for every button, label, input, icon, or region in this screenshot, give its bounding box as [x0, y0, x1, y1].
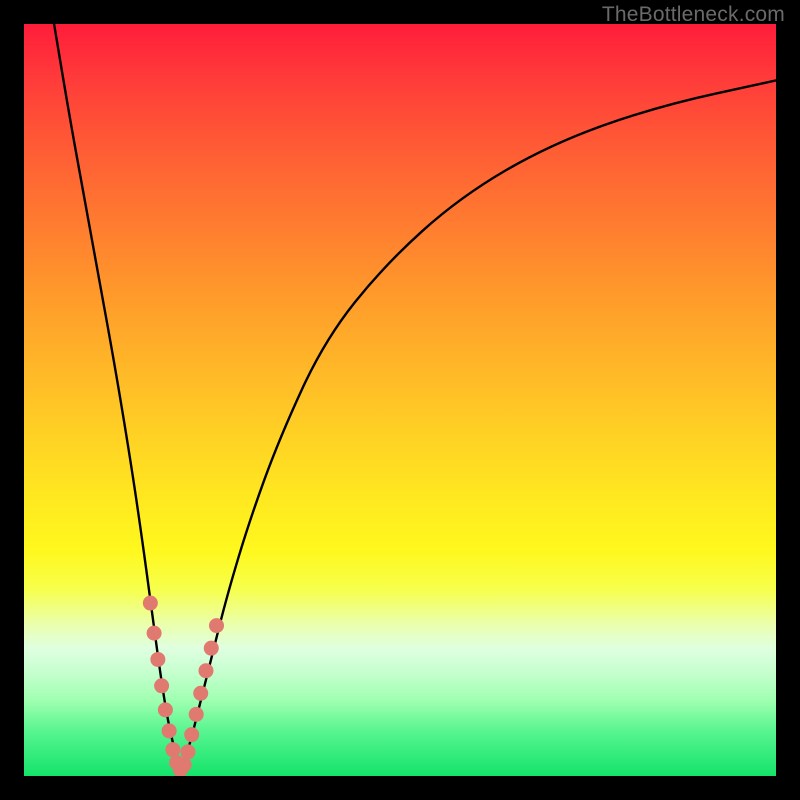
- marker-point: [198, 663, 213, 678]
- marker-point: [162, 723, 177, 738]
- marker-dots: [143, 596, 224, 776]
- marker-point: [204, 641, 219, 656]
- plot-area: [24, 24, 776, 776]
- curve-layer: [24, 24, 776, 776]
- marker-point: [184, 727, 199, 742]
- marker-point: [209, 618, 224, 633]
- curve-right-branch: [180, 80, 776, 772]
- marker-point: [189, 707, 204, 722]
- marker-point: [147, 626, 162, 641]
- marker-point: [154, 678, 169, 693]
- marker-point: [165, 742, 180, 757]
- marker-point: [177, 757, 192, 772]
- marker-point: [143, 596, 158, 611]
- marker-point: [180, 744, 195, 759]
- marker-point: [150, 652, 165, 667]
- marker-point: [193, 686, 208, 701]
- chart-frame: TheBottleneck.com: [0, 0, 800, 800]
- marker-point: [158, 702, 173, 717]
